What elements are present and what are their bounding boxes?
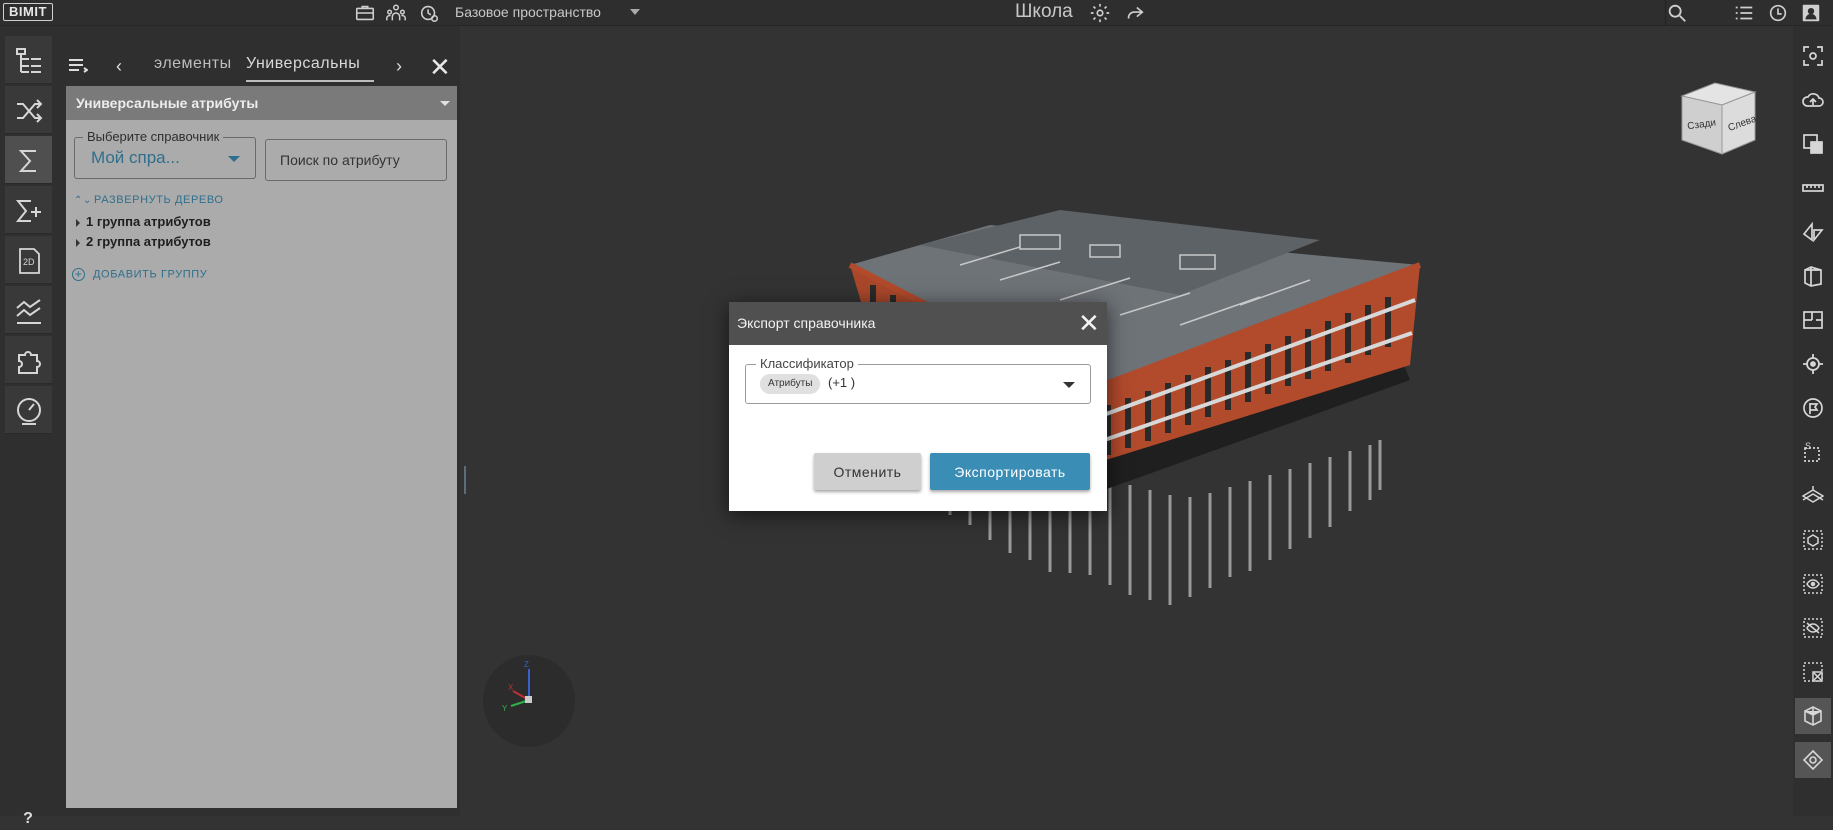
- dialog-title: Экспорт справочника: [737, 315, 876, 331]
- cancel-button[interactable]: Отменить: [814, 453, 921, 490]
- classifier-chip[interactable]: Атрибуты: [760, 374, 821, 394]
- classifier-label: Классификатор: [756, 356, 858, 371]
- dialog-header: Экспорт справочника ✕: [729, 302, 1107, 345]
- classifier-select[interactable]: Классификатор Атрибуты (+1 ): [745, 356, 1091, 404]
- export-dialog: Экспорт справочника ✕ Классификатор Атри…: [729, 302, 1107, 511]
- chevron-down-icon[interactable]: [1063, 382, 1075, 388]
- classifier-more-count: (+1 ): [828, 375, 856, 390]
- export-button[interactable]: Экспортировать: [930, 453, 1090, 490]
- close-icon[interactable]: ✕: [1078, 308, 1100, 338]
